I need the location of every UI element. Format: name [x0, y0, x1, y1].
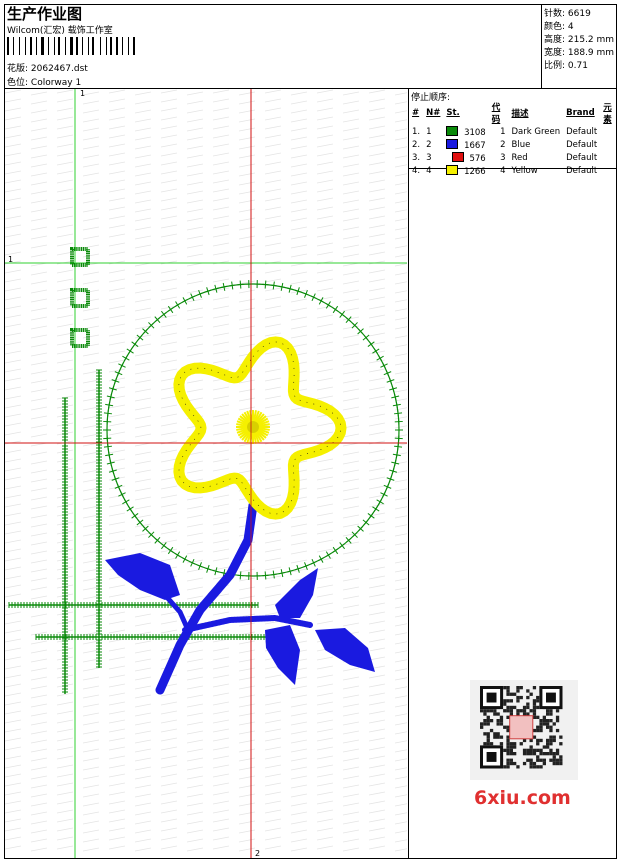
canvas-divider [408, 88, 409, 859]
seq-element [600, 151, 620, 164]
company-name: Wilcom(汇宏) 载饰工作室 [7, 26, 113, 36]
design-width: 宽度: 188.9 mm [544, 48, 615, 58]
seq-code: 3 [500, 152, 506, 163]
seq-brand: Default [566, 152, 598, 163]
qr-code-icon [470, 680, 578, 780]
seq-brand: Default [566, 165, 598, 176]
seq-stitches: 1266 [443, 164, 488, 177]
design-height: 高度: 215.2 mm [544, 35, 615, 45]
seq-code: 4 [500, 165, 506, 176]
seq-element [600, 164, 620, 177]
guide-label-top: 1 [80, 89, 86, 98]
yellow-flower [173, 336, 347, 520]
design-scale: 比例: 0.71 [544, 61, 588, 71]
color-swatch [451, 151, 464, 162]
seq-header-0: # [412, 108, 420, 118]
color-swatch [446, 164, 459, 175]
seq-header-2: St. [446, 108, 460, 118]
blue-leaf-left [105, 553, 180, 600]
seq-brand: Default [566, 139, 598, 150]
blue-stem-leaves [105, 500, 375, 695]
seq-header-1: N# [426, 108, 441, 118]
color-swatch [446, 125, 459, 136]
page-title: 生产作业图 [7, 5, 83, 23]
seq-header-4: 描述 [511, 109, 529, 119]
seq-code: 1 [500, 126, 506, 137]
table-row: 3. 3 576 3 Red Default [409, 151, 620, 164]
seq-brand: Default [566, 126, 598, 137]
seq-desc: Red [511, 152, 528, 163]
blue-leaf-top-right [275, 568, 318, 618]
seq-element [600, 138, 620, 151]
colorway: 色位: Colorway 1 [7, 78, 82, 88]
embroidery-canvas [5, 89, 407, 858]
seq-header-3: 代码 [491, 103, 501, 125]
color-swatch [446, 138, 459, 149]
seq-desc: Blue [511, 139, 531, 150]
seq-desc: Dark Green [511, 126, 561, 137]
seq-stitches: 576 [443, 151, 488, 164]
seq-needle: 4 [426, 165, 432, 176]
color-count: 颜色: 4 [544, 22, 574, 32]
seq-stitches: 3108 [443, 125, 488, 138]
table-row: 1. 1 3108 1 Dark Green Default [409, 125, 620, 138]
seq-code: 2 [500, 139, 506, 150]
seq-header-6: 元素 [603, 103, 612, 125]
barcode-icon [7, 37, 135, 55]
stats-divider [541, 4, 542, 88]
seq-index: 4. [412, 165, 421, 176]
seq-index: 3. [412, 152, 421, 163]
seq-stitches: 1667 [443, 138, 488, 151]
seq-index: 1. [412, 126, 421, 137]
seq-needle: 3 [426, 152, 432, 163]
green-square-block [70, 328, 90, 348]
stitch-count: 针数: 6619 [544, 9, 591, 19]
green-stitch-line-h1 [8, 602, 259, 608]
green-stitch-line-h2 [35, 634, 289, 640]
seq-header-5: Brand [566, 108, 595, 118]
guide-label-bottom: 2 [255, 849, 261, 858]
stop-sequence-table: # N# St. 代码 描述 Brand 元素 1. 1 3108 1 Dark Green Def… [409, 101, 620, 177]
seq-needle: 1 [426, 126, 432, 137]
seq-desc: Yellow [511, 165, 538, 176]
guide-label-left: 1 [8, 255, 14, 264]
flower-center [247, 421, 259, 433]
seq-element [600, 125, 620, 138]
design-file-value: 2062467.dst [30, 64, 88, 74]
table-row: 4. 4 1266 4 Yellow Default [409, 164, 620, 177]
design-file: 花版: 2062467.dst [7, 64, 88, 74]
seq-needle: 2 [426, 139, 432, 150]
watermark-text: 6xiu.com [474, 787, 571, 809]
seq-index: 2. [412, 139, 421, 150]
table-row: 2. 2 1667 2 Blue Default [409, 138, 620, 151]
colorway-value: Colorway 1 [30, 78, 82, 88]
